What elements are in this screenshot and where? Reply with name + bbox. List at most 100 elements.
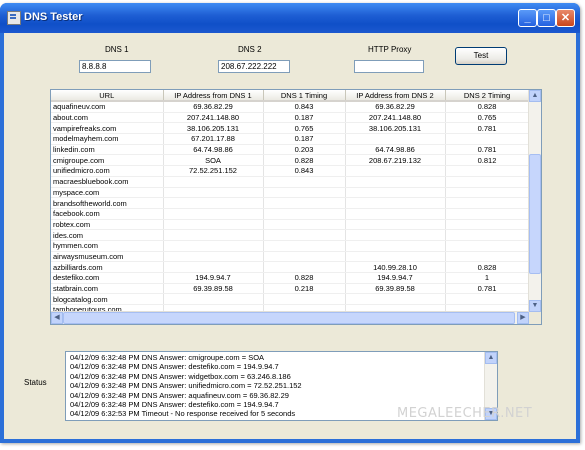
table-cell: cmigroupe.com [51,154,164,167]
maximize-button[interactable]: □ [537,9,556,27]
table-cell [263,229,346,241]
column-header[interactable]: IP Address from DNS 1 [163,90,264,102]
table-cell [263,208,346,220]
table-row[interactable]: unifiedmicro.com 72.52.251.152 0.843 [51,165,530,177]
table-cell [163,176,264,188]
table-cell: ides.com [51,229,164,241]
table-cell: 69.36.82.29 [345,101,446,113]
table-cell: 0.187 [263,112,346,124]
table-row[interactable]: hymmen.com [51,240,530,252]
table-row[interactable]: vampirefreaks.com 38.106.205.131 0.765 38.1… [51,122,530,135]
table-row[interactable]: aquafineuv.com 69.36.82.29 0.843 69.36.82.2… [51,101,530,113]
table-cell [445,176,530,188]
table-cell: robtex.com [51,219,164,231]
proxy-input[interactable] [354,60,424,73]
table-cell [163,187,264,199]
close-button[interactable]: ✕ [556,9,575,27]
table-row[interactable]: about.com 207.241.148.80 0.187 207.241.148.… [51,112,530,124]
table-row[interactable]: cmigroupe.com SOA 0.828 208.67.219.132 0.812 [51,154,530,167]
table-row[interactable]: statbrain.com 69.39.89.58 0.218 69.39.89.58… [51,283,530,295]
dns1-label: DNS 1 [105,45,129,54]
table-row[interactable]: linkedin.com 64.74.98.86 0.203 64.74.98.86 0… [51,144,530,156]
table-cell: azbilliards.com [51,261,164,273]
status-label: Status [24,378,47,387]
table-cell [345,133,446,145]
grid-vertical-scrollbar[interactable]: ▲ ▼ [528,90,541,312]
app-window: DNS Tester _ □ ✕ DNS 1 8.8.8.8 DNS 2 208… [0,3,580,443]
table-row[interactable]: brandsoftheworld.com [51,197,530,209]
dns1-input[interactable]: 8.8.8.8 [79,60,151,73]
proxy-label: HTTP Proxy [368,45,412,54]
table-cell: brandsoftheworld.com [51,197,164,209]
log-line: 04/12/09 6:32:48 PM DNS Answer: destefik… [70,400,279,409]
maximize-icon: □ [543,12,550,24]
table-row[interactable]: destefiko.com 194.9.94.7 0.828 194.9.94.7 1 [51,272,530,284]
table-cell [345,187,446,199]
log-line: 04/12/09 6:32:53 PM Timeout - No respons… [70,409,296,419]
table-cell [263,251,346,263]
log-line: 04/12/09 6:32:48 PM DNS Answer: widgetbo… [70,371,291,381]
table-row[interactable]: robtex.com [51,219,530,231]
table-cell: facebook.com [51,208,164,220]
table-cell: modelmayhem.com [51,133,164,145]
table-cell: 0.781 [445,283,530,295]
column-header[interactable]: URL [51,90,164,102]
scroll-right-arrow-icon[interactable]: ▶ [517,312,529,324]
table-cell: 38.106.205.131 [345,122,446,135]
table-cell [345,208,446,220]
minimize-button[interactable]: _ [518,9,537,27]
close-icon: ✕ [560,12,571,24]
scroll-up-arrow-icon[interactable]: ▲ [529,90,541,102]
table-cell [163,208,264,220]
table-cell [445,197,530,209]
table-cell: 0.828 [445,261,530,273]
table-cell [445,240,530,252]
table-cell: 1 [445,272,530,284]
table-cell: aquafineuv.com [51,101,164,113]
table-cell: SOA [163,154,264,167]
table-row[interactable]: macraesbluebook.com [51,176,530,188]
grid-scroll-thumb[interactable] [529,154,541,274]
table-cell: blogcatalog.com [51,293,164,306]
table-row[interactable]: blogcatalog.com [51,293,530,306]
table-cell: 0.828 [263,272,346,284]
dns2-input[interactable]: 208.67.222.222 [218,60,290,73]
table-cell: 0.828 [445,101,530,113]
grid-horizontal-thumb[interactable] [63,312,515,324]
table-cell: 208.67.219.132 [345,154,446,167]
table-cell [163,240,264,252]
grid-horizontal-scrollbar[interactable]: ◀ ▶ [51,311,529,324]
column-header[interactable]: IP Address from DNS 2 [345,90,446,102]
results-grid[interactable]: URL IP Address from DNS 1 DNS 1 Timing IP A… [50,89,542,325]
column-header[interactable]: DNS 1 Timing [263,90,346,102]
table-row[interactable]: airwaysmuseum.com [51,251,530,263]
table-cell [163,219,264,231]
table-row[interactable]: azbilliards.com 140.99.28.10 0.828 [51,261,530,273]
scroll-down-arrow-icon[interactable]: ▼ [529,300,541,312]
table-cell [445,165,530,177]
table-cell: 0.765 [263,122,346,135]
title-bar[interactable]: DNS Tester _ □ ✕ [0,3,580,33]
table-row[interactable]: myspace.com [51,187,530,199]
table-cell [163,229,264,241]
table-cell: 194.9.94.7 [163,272,264,284]
table-cell: 0.781 [445,144,530,156]
table-cell: 207.241.148.80 [345,112,446,124]
table-row[interactable]: ides.com [51,229,530,241]
table-cell [163,261,264,273]
table-cell: statbrain.com [51,283,164,295]
table-cell: 194.9.94.7 [345,272,446,284]
table-cell: 69.39.89.58 [163,283,264,295]
table-cell: 0.765 [445,112,530,124]
table-cell: 72.52.251.152 [163,165,264,177]
minimize-icon: _ [524,12,531,24]
table-row[interactable]: modelmayhem.com 67.201.17.88 0.187 [51,133,530,145]
table-cell: myspace.com [51,187,164,199]
test-button[interactable]: Test [455,47,507,65]
table-cell: 0.187 [263,133,346,145]
table-row[interactable]: facebook.com [51,208,530,220]
scroll-left-arrow-icon[interactable]: ◀ [51,312,63,324]
column-header[interactable]: DNS 2 Timing [445,90,530,102]
log-scroll-up-arrow-icon[interactable]: ▲ [485,352,497,364]
table-cell: linkedin.com [51,144,164,156]
